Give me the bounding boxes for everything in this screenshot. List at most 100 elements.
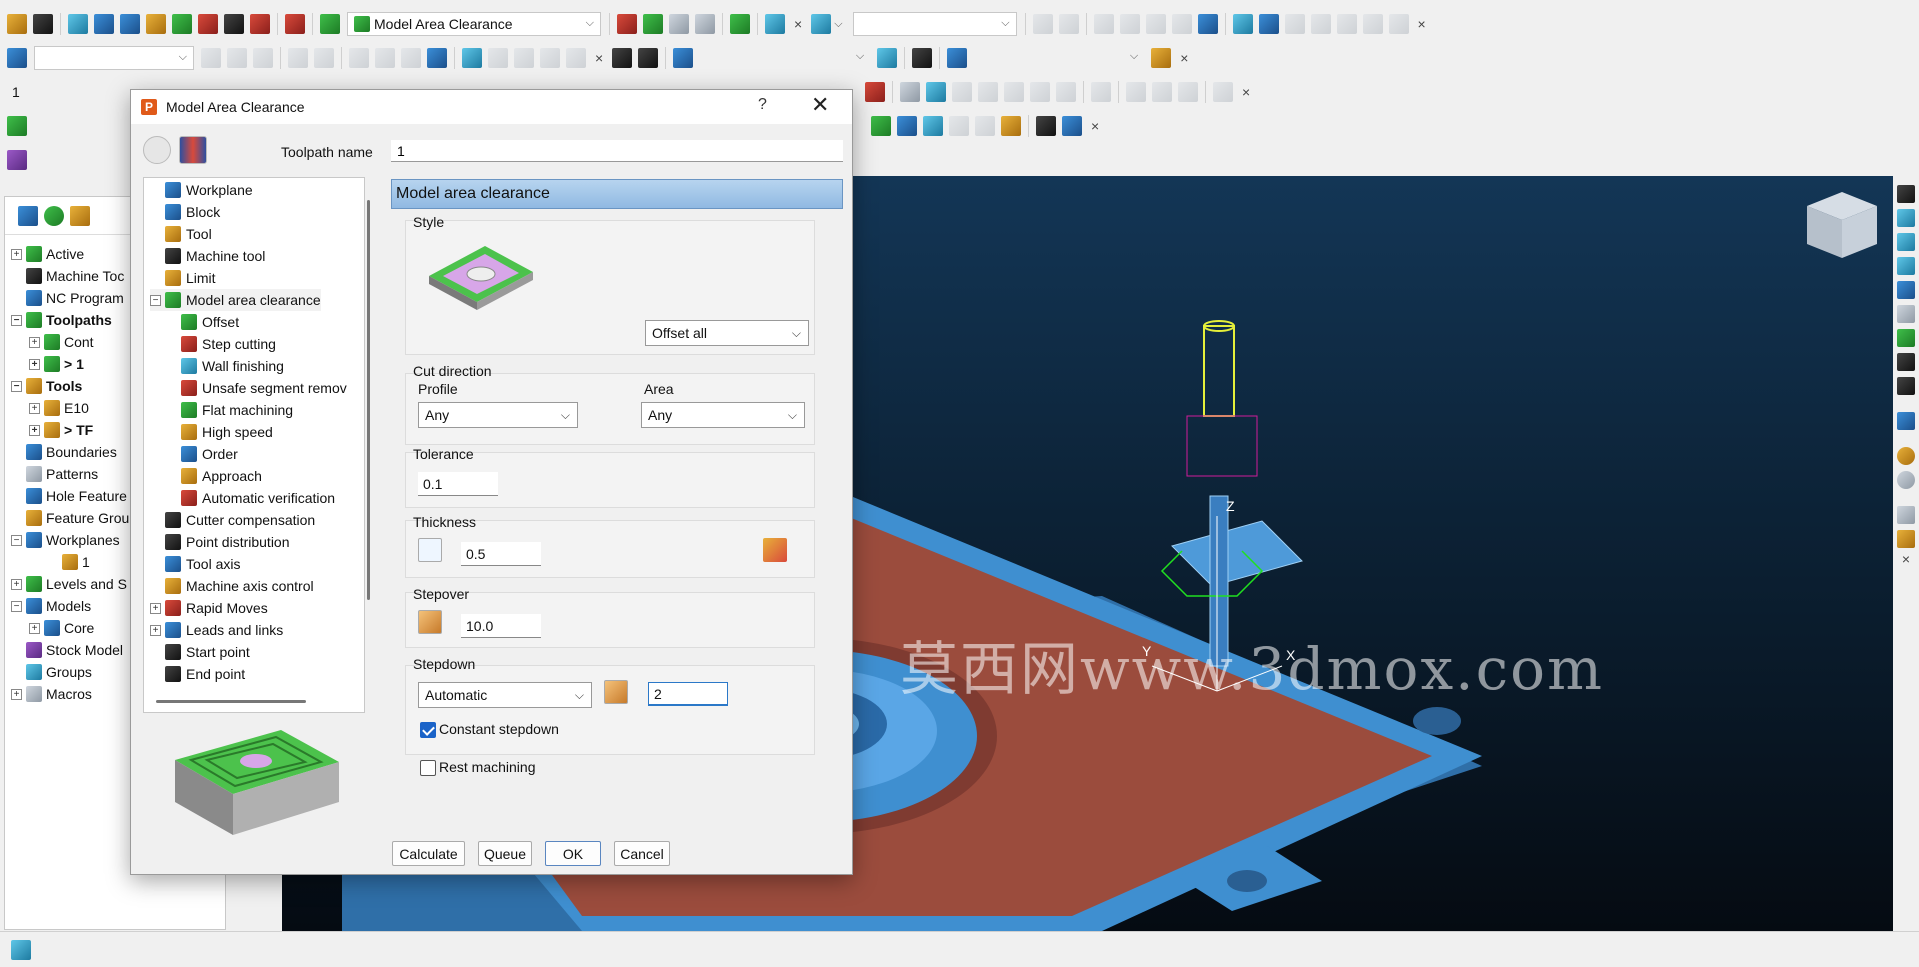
close-icon[interactable]: × <box>1180 50 1188 66</box>
wireframe-view-icon[interactable] <box>926 82 946 102</box>
expand-toggle-icon[interactable]: + <box>11 688 22 700</box>
plane-icon[interactable] <box>923 116 943 136</box>
view-iso-icon[interactable] <box>1897 209 1915 227</box>
cross-icon[interactable] <box>1897 353 1915 371</box>
tool-library-icon[interactable] <box>179 136 207 164</box>
expand-toggle-icon[interactable]: + <box>11 578 22 590</box>
thickness-options-button[interactable] <box>418 538 442 562</box>
stepdown-mode-combo[interactable]: Automatic ⌵ <box>418 682 592 708</box>
dialog-tree-item[interactable]: Limit <box>150 267 216 289</box>
transform-icon[interactable] <box>462 48 482 68</box>
tree-horizontal-scrollbar[interactable] <box>156 700 306 703</box>
stepover-copy-button[interactable] <box>418 610 442 634</box>
explorer-item[interactable]: − Tools <box>11 375 82 397</box>
view-cube-icon[interactable] <box>1897 281 1915 299</box>
expand-toggle-icon[interactable]: + <box>29 358 40 370</box>
transform-icon[interactable] <box>730 14 750 34</box>
dialog-title-bar[interactable]: P Model Area Clearance <box>131 90 852 124</box>
dialog-tree-item[interactable]: Order <box>166 443 238 465</box>
expand-toggle-icon[interactable]: − <box>11 380 22 392</box>
table-edit-icon[interactable] <box>638 48 659 68</box>
explorer-item[interactable]: + E10 <box>29 397 89 419</box>
select-box-icon[interactable] <box>375 48 395 68</box>
explorer-item[interactable]: − Workplanes <box>11 529 120 551</box>
save-icon[interactable] <box>1036 116 1056 136</box>
split-icon[interactable] <box>1126 82 1146 102</box>
toolpath-strategies-icon[interactable] <box>250 14 270 34</box>
expand-toggle-icon[interactable]: − <box>11 600 22 612</box>
view-front-icon[interactable] <box>1897 233 1915 251</box>
section-icon[interactable] <box>1091 82 1111 102</box>
globe-icon[interactable] <box>44 205 64 226</box>
explorer-item[interactable]: Patterns <box>11 463 98 485</box>
save-view-icon[interactable] <box>1178 82 1198 102</box>
queue-button[interactable]: Queue <box>478 841 532 866</box>
expand-toggle-icon[interactable]: + <box>29 336 40 348</box>
dialog-tree-item[interactable]: − Model area clearance <box>150 289 321 311</box>
iso-view-icon[interactable] <box>952 82 972 102</box>
select-surface-icon[interactable] <box>1145 14 1166 34</box>
check-icon[interactable] <box>949 116 969 136</box>
stock-model-icon[interactable] <box>765 14 785 34</box>
side-view-icon[interactable] <box>1030 82 1050 102</box>
levels-icon[interactable] <box>811 14 832 34</box>
expand-toggle-icon[interactable]: − <box>150 294 161 306</box>
crosshair-icon[interactable] <box>227 48 247 68</box>
delete-icon[interactable] <box>566 48 586 68</box>
close-icon[interactable]: × <box>1242 84 1250 100</box>
stock-icon[interactable] <box>7 150 27 170</box>
explorer-item[interactable]: 1 <box>47 551 90 573</box>
toolpath-strategy-combo[interactable]: Model Area Clearance ⌵ <box>347 12 601 36</box>
refresh-view-icon[interactable] <box>1897 329 1915 347</box>
expand-toggle-icon[interactable]: + <box>29 424 40 436</box>
select-solid-icon[interactable] <box>1171 14 1192 34</box>
close-icon[interactable]: × <box>794 16 802 32</box>
tool-icon[interactable] <box>146 14 166 34</box>
align-icon[interactable] <box>253 48 273 68</box>
view-top-icon[interactable] <box>1897 257 1915 275</box>
explorer-item[interactable]: Boundaries <box>11 441 117 463</box>
expand-toggle-icon[interactable]: + <box>29 622 40 634</box>
top-view-icon[interactable] <box>978 82 998 102</box>
clock-icon[interactable] <box>1284 14 1305 34</box>
pattern-icon[interactable] <box>198 14 218 34</box>
close-icon[interactable]: × <box>1091 118 1099 134</box>
ruler-icon[interactable] <box>695 14 715 34</box>
expand-toggle-icon[interactable]: + <box>11 248 22 260</box>
dialog-tree-item[interactable]: Tool <box>150 223 212 245</box>
explorer-item[interactable]: + > 1 <box>29 353 84 375</box>
dialog-tree-item[interactable]: Unsafe segment remov <box>166 377 347 399</box>
explorer-item[interactable]: + Core <box>29 617 94 639</box>
light-icon[interactable] <box>877 48 898 68</box>
constant-stepdown-checkbox[interactable] <box>420 722 436 738</box>
explorer-item[interactable]: − Models <box>11 595 91 617</box>
user-coordinate-icon[interactable] <box>7 48 27 68</box>
eraser-icon[interactable] <box>1310 14 1331 34</box>
dialog-tree-item[interactable]: Flat machining <box>166 399 293 421</box>
shaded-view-icon[interactable] <box>900 82 920 102</box>
thickness-input[interactable]: 0.5 <box>461 542 541 566</box>
explorer-item[interactable]: + Active <box>11 243 84 265</box>
level-combo[interactable]: ⌵ <box>852 12 1017 36</box>
tree-view-icon[interactable] <box>18 205 38 226</box>
cancel-button[interactable]: Cancel <box>614 841 670 866</box>
toolpath-list-icon[interactable] <box>7 116 27 136</box>
feature-icon[interactable] <box>224 14 244 34</box>
explorer-item[interactable]: + Levels and S <box>11 573 127 595</box>
verify-icon[interactable] <box>617 14 637 34</box>
close-icon[interactable]: × <box>1418 16 1426 32</box>
close-icon[interactable]: × <box>595 50 603 66</box>
dialog-tree-item[interactable]: Workplane <box>150 179 253 201</box>
zoom-icon[interactable] <box>1897 305 1915 323</box>
expand-toggle-icon[interactable]: − <box>11 314 22 326</box>
select-icon[interactable] <box>349 48 369 68</box>
dialog-tree-item[interactable]: Step cutting <box>166 333 276 355</box>
cancel-circle-icon[interactable] <box>975 116 995 136</box>
dialog-tree-item[interactable]: Point distribution <box>150 531 290 553</box>
snap-icon[interactable] <box>1197 14 1218 34</box>
explorer-item[interactable]: + Macros <box>11 683 92 705</box>
dialog-tree-item[interactable]: Wall finishing <box>166 355 284 377</box>
dialog-tree-item[interactable]: Automatic verification <box>166 487 335 509</box>
block-icon[interactable] <box>94 14 114 34</box>
model-edit-icon[interactable] <box>1032 14 1053 34</box>
